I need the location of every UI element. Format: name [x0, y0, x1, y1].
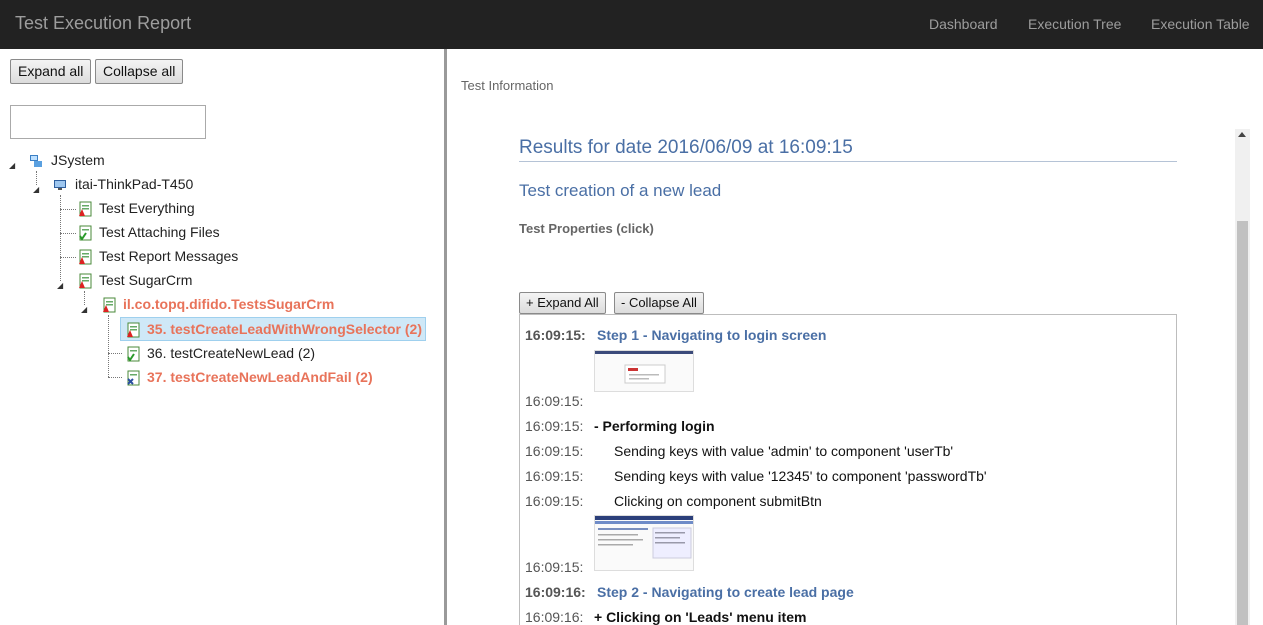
log-timestamp: 16:09:15:: [525, 443, 584, 459]
report-warning-icon: [79, 273, 92, 289]
report-failure-icon: [127, 370, 140, 386]
log-timestamp: 16:09:16:: [525, 584, 586, 600]
tree-node-jsystem[interactable]: ◢ JSystem: [0, 149, 444, 171]
nav-dashboard[interactable]: Dashboard: [929, 16, 998, 32]
tree-node-test-attaching-files[interactable]: Test Attaching Files: [0, 221, 444, 243]
tree-node-label: Test Attaching Files: [99, 224, 220, 240]
log-expand-all-button[interactable]: + Expand All: [519, 292, 606, 314]
divider: [519, 161, 1177, 162]
scroll-up-arrow-icon[interactable]: [1238, 132, 1246, 137]
tree-node-test-report-messages[interactable]: Test Report Messages: [0, 245, 444, 267]
screenshot-thumbnail[interactable]: [594, 515, 694, 571]
top-navbar: Test Execution Report Dashboard Executio…: [0, 0, 1263, 49]
details-scrollbar[interactable]: [1235, 129, 1250, 625]
screenshot-image: [595, 516, 693, 559]
log-message: Sending keys with value '12345' to compo…: [614, 468, 987, 484]
report-success-icon: [79, 225, 92, 241]
log-message[interactable]: + Clicking on 'Leads' menu item: [594, 609, 806, 625]
log-panel: 16:09:15: Step 1 - Navigating to login s…: [519, 314, 1177, 625]
nav-execution-tree[interactable]: Execution Tree: [1028, 16, 1121, 32]
log-timestamp: 16:09:15:: [525, 468, 584, 484]
expand-all-button[interactable]: Expand all: [10, 59, 92, 84]
tree-node-label: Test Everything: [99, 200, 195, 216]
tree-node-label: il.co.topq.difido.TestsSugarCrm: [123, 296, 335, 312]
report-warning-icon: [79, 249, 92, 265]
tree-node-label: JSystem: [51, 152, 105, 168]
section-label: Test Information: [461, 78, 554, 93]
tree-node-tests-sugarcrm-class[interactable]: ◢ il.co.topq.difido.TestsSugarCrm: [0, 293, 444, 315]
log-timestamp: 16:09:15:: [525, 493, 584, 509]
tree-panel: Expand all Collapse all ◢ JSystem ◢ itai…: [0, 49, 444, 625]
report-success-icon: [127, 346, 140, 362]
log-collapse-all-button[interactable]: - Collapse All: [614, 292, 704, 314]
tree-node-label: Test Report Messages: [99, 248, 239, 264]
log-step-title[interactable]: Step 2 - Navigating to create lead page: [597, 584, 854, 600]
tree-node-label: 36. testCreateNewLead (2): [147, 345, 316, 361]
log-timestamp: 16:09:15:: [525, 559, 584, 575]
report-warning-icon: [79, 201, 92, 217]
network-computer-icon: [30, 155, 42, 167]
report-warning-icon: [127, 322, 140, 338]
results-title: Results for date 2016/06/09 at 16:09:15: [519, 137, 853, 158]
log-step-title[interactable]: Step 1 - Navigating to login screen: [597, 327, 826, 343]
scroll-thumb[interactable]: [1237, 221, 1248, 625]
tree-node-label: itai-ThinkPad-T450: [75, 176, 194, 192]
tree-node-test-35[interactable]: 35. testCreateLeadWithWrongSelector (2): [0, 318, 444, 340]
tree-node-label: Test SugarCrm: [99, 272, 193, 288]
log-message: Sending keys with value 'admin' to compo…: [614, 443, 954, 459]
log-timestamp: 16:09:16:: [525, 609, 584, 625]
monitor-icon: [54, 180, 66, 190]
log-timestamp: 16:09:15:: [525, 418, 584, 434]
tree-node-test-everything[interactable]: Test Everything: [0, 197, 444, 219]
log-message: Clicking on component submitBtn: [614, 493, 822, 509]
app-title[interactable]: Test Execution Report: [15, 13, 191, 34]
test-properties-toggle[interactable]: Test Properties (click): [519, 221, 654, 236]
tree-node-test-36[interactable]: 36. testCreateNewLead (2): [0, 342, 444, 364]
tree-search-input[interactable]: [10, 105, 206, 139]
log-timestamp: 16:09:15:: [525, 393, 584, 409]
nav-execution-table[interactable]: Execution Table: [1151, 16, 1250, 32]
tree-node-test-sugarcrm[interactable]: ◢ Test SugarCrm: [0, 269, 444, 291]
log-timestamp: 16:09:15:: [525, 327, 586, 343]
tree-node-machine[interactable]: ◢ itai-ThinkPad-T450: [0, 173, 444, 195]
screenshot-thumbnail[interactable]: [594, 350, 694, 392]
test-details-panel: Test Information Results for date 2016/0…: [447, 49, 1263, 625]
tree-node-test-37[interactable]: 37. testCreateNewLeadAndFail (2): [0, 366, 444, 388]
screenshot-image: [595, 351, 693, 384]
collapse-all-button[interactable]: Collapse all: [95, 59, 184, 84]
report-warning-icon: [103, 297, 116, 313]
log-message[interactable]: - Performing login: [594, 418, 715, 434]
test-name: Test creation of a new lead: [519, 181, 722, 200]
tree-node-label: 37. testCreateNewLeadAndFail (2): [147, 369, 373, 385]
tree-node-label: 35. testCreateLeadWithWrongSelector (2): [147, 321, 423, 337]
